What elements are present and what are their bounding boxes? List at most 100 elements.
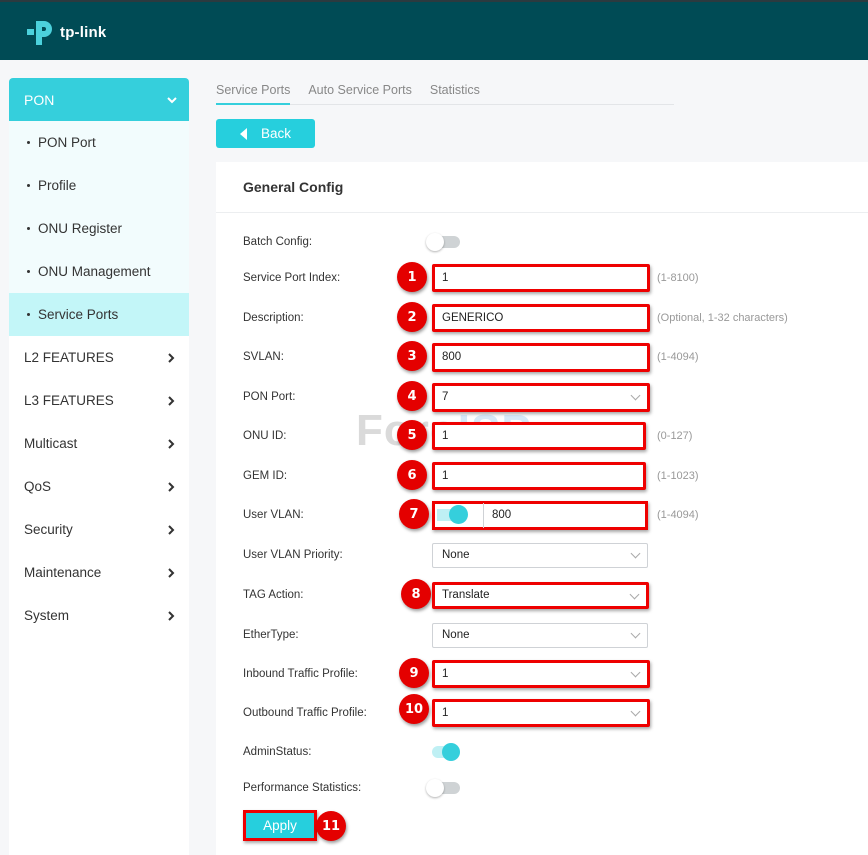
chevron-down-icon bbox=[167, 96, 177, 103]
chevron-down-icon bbox=[630, 628, 641, 638]
sidebar-item-label: Service Ports bbox=[38, 307, 119, 322]
step-badge: 9 bbox=[399, 658, 429, 688]
sidebar-item-maintenance[interactable]: Maintenance bbox=[9, 551, 189, 594]
sidebar-item-label: Security bbox=[24, 522, 73, 537]
sidebar-item-onu-register[interactable]: ONU Register bbox=[9, 207, 189, 250]
top-header: tp-link bbox=[0, 0, 868, 60]
onu-id-input[interactable]: 1 bbox=[432, 422, 646, 450]
sidebar-item-l3-features[interactable]: L3 FEATURES bbox=[9, 379, 189, 422]
tag-action-select[interactable]: Translate bbox=[432, 581, 649, 609]
sidebar-item-l2-features[interactable]: L2 FEATURES bbox=[9, 336, 189, 379]
sidebar-item-profile[interactable]: Profile bbox=[9, 164, 189, 207]
apply-button[interactable]: Apply bbox=[243, 810, 317, 841]
outbound-profile-select[interactable]: 1 bbox=[432, 699, 650, 727]
sidebar-item-label: System bbox=[24, 608, 70, 623]
service-port-index-input[interactable]: 1 bbox=[432, 264, 650, 292]
step-badge: 4 bbox=[397, 381, 427, 411]
sidebar-item-multicast[interactable]: Multicast bbox=[9, 422, 189, 465]
chevron-down-icon bbox=[629, 589, 640, 599]
sidebar: PON PON Port Profile ONU Register ONU Ma… bbox=[9, 78, 189, 855]
batch-config-label: Batch Config: bbox=[243, 236, 313, 248]
bullet-icon bbox=[27, 227, 30, 230]
sidebar-item-label: Multicast bbox=[24, 436, 78, 451]
tp-link-logo-icon bbox=[27, 21, 52, 45]
svlan-input[interactable]: 800 bbox=[432, 342, 650, 372]
ethertype-row: EtherType: None bbox=[243, 622, 843, 648]
step-badge: 11 bbox=[316, 811, 346, 841]
bullet-icon bbox=[27, 313, 30, 316]
tag-action-row: TAG Action: 8 Translate bbox=[243, 579, 843, 609]
step-badge: 2 bbox=[397, 302, 427, 332]
user-vlan-toggle[interactable] bbox=[449, 504, 468, 524]
tab-service-ports[interactable]: Service Ports bbox=[216, 78, 291, 105]
tag-action-label: TAG Action: bbox=[243, 589, 304, 601]
chevron-right-icon bbox=[168, 352, 175, 363]
inbound-profile-row: Inbound Traffic Profile: 9 1 bbox=[243, 658, 843, 688]
svlan-row: SVLAN: 3 800 (1-4094) bbox=[243, 341, 843, 372]
pon-port-row: PON Port: 4 7 bbox=[243, 381, 843, 412]
chevron-right-icon bbox=[168, 524, 175, 535]
gem-id-input[interactable]: 1 bbox=[432, 462, 646, 490]
step-badge: 3 bbox=[397, 341, 427, 371]
chevron-right-icon bbox=[168, 395, 175, 406]
performance-statistics-toggle[interactable] bbox=[426, 778, 462, 798]
sidebar-item-label: L3 FEATURES bbox=[24, 393, 114, 408]
bullet-icon bbox=[27, 184, 30, 187]
sidebar-item-label: ONU Management bbox=[38, 264, 151, 279]
inbound-profile-value: 1 bbox=[442, 668, 449, 680]
step-badge: 8 bbox=[401, 579, 431, 609]
sidebar-group-pon[interactable]: PON bbox=[9, 78, 189, 121]
sidebar-item-security[interactable]: Security bbox=[9, 508, 189, 551]
user-vlan-priority-select[interactable]: None bbox=[432, 542, 648, 568]
description-row: Description: 2 GENERICO (Optional, 1-32 … bbox=[243, 302, 843, 332]
admin-status-toggle[interactable] bbox=[426, 742, 462, 762]
tab-auto-service-ports[interactable]: Auto Service Ports bbox=[308, 78, 412, 105]
back-button[interactable]: Back bbox=[216, 119, 315, 148]
tp-link-logo: tp-link bbox=[26, 17, 106, 47]
sidebar-item-label: ONU Register bbox=[38, 221, 123, 236]
sidebar-item-service-ports[interactable]: Service Ports bbox=[9, 293, 189, 336]
back-button-label: Back bbox=[260, 126, 291, 141]
sidebar-item-label: Profile bbox=[38, 178, 77, 193]
sidebar-item-qos[interactable]: QoS bbox=[9, 465, 189, 508]
admin-status-label: AdminStatus: bbox=[243, 746, 312, 758]
sidebar-item-label: Maintenance bbox=[24, 565, 102, 580]
description-label: Description: bbox=[243, 312, 304, 324]
performance-statistics-label: Performance Statistics: bbox=[243, 782, 362, 794]
sidebar-submenu: PON Port Profile ONU Register ONU Manage… bbox=[9, 121, 189, 336]
pon-port-select[interactable]: 7 bbox=[432, 382, 650, 412]
gem-id-label: GEM ID: bbox=[243, 470, 288, 482]
user-vlan-label: User VLAN: bbox=[243, 509, 304, 521]
sidebar-item-pon-port[interactable]: PON Port bbox=[9, 121, 189, 164]
sidebar-item-label: PON Port bbox=[38, 135, 96, 150]
inbound-profile-label: Inbound Traffic Profile: bbox=[243, 668, 358, 680]
sidebar-item-system[interactable]: System bbox=[9, 594, 189, 637]
sidebar-group-label: PON bbox=[24, 91, 55, 108]
user-vlan-priority-label: User VLAN Priority: bbox=[243, 549, 343, 561]
service-port-index-row: Service Port Index: 1 1 (1-8100) bbox=[243, 262, 843, 292]
step-badge: 6 bbox=[397, 460, 427, 490]
ethertype-select[interactable]: None bbox=[432, 622, 648, 648]
service-port-index-label: Service Port Index: bbox=[243, 272, 341, 284]
bullet-icon bbox=[27, 141, 30, 144]
chevron-down-icon bbox=[630, 390, 641, 400]
step-badge: 5 bbox=[397, 420, 427, 450]
user-vlan-priority-value: None bbox=[442, 549, 470, 561]
user-vlan-input[interactable]: 800 bbox=[483, 502, 646, 528]
inbound-profile-select[interactable]: 1 bbox=[432, 660, 650, 688]
batch-config-toggle[interactable] bbox=[426, 232, 462, 252]
logo-text: tp-link bbox=[60, 23, 107, 41]
description-input[interactable]: GENERICO bbox=[432, 304, 650, 332]
sidebar-item-label: L2 FEATURES bbox=[24, 350, 114, 365]
tab-statistics[interactable]: Statistics bbox=[430, 78, 480, 105]
gem-id-hint: (1-1023) bbox=[657, 470, 699, 482]
onu-id-hint: (0-127) bbox=[657, 430, 693, 442]
gem-id-row: GEM ID: 6 1 (1-1023) bbox=[243, 460, 843, 490]
onu-id-label: ONU ID: bbox=[243, 430, 287, 442]
onu-id-row: ONU ID: 5 1 (0-127) bbox=[243, 420, 843, 450]
user-vlan-control: 800 bbox=[432, 500, 648, 530]
tag-action-value: Translate bbox=[442, 589, 490, 601]
admin-status-row: AdminStatus: bbox=[243, 739, 843, 765]
sidebar-item-onu-management[interactable]: ONU Management bbox=[9, 250, 189, 293]
chevron-down-icon bbox=[630, 706, 641, 717]
